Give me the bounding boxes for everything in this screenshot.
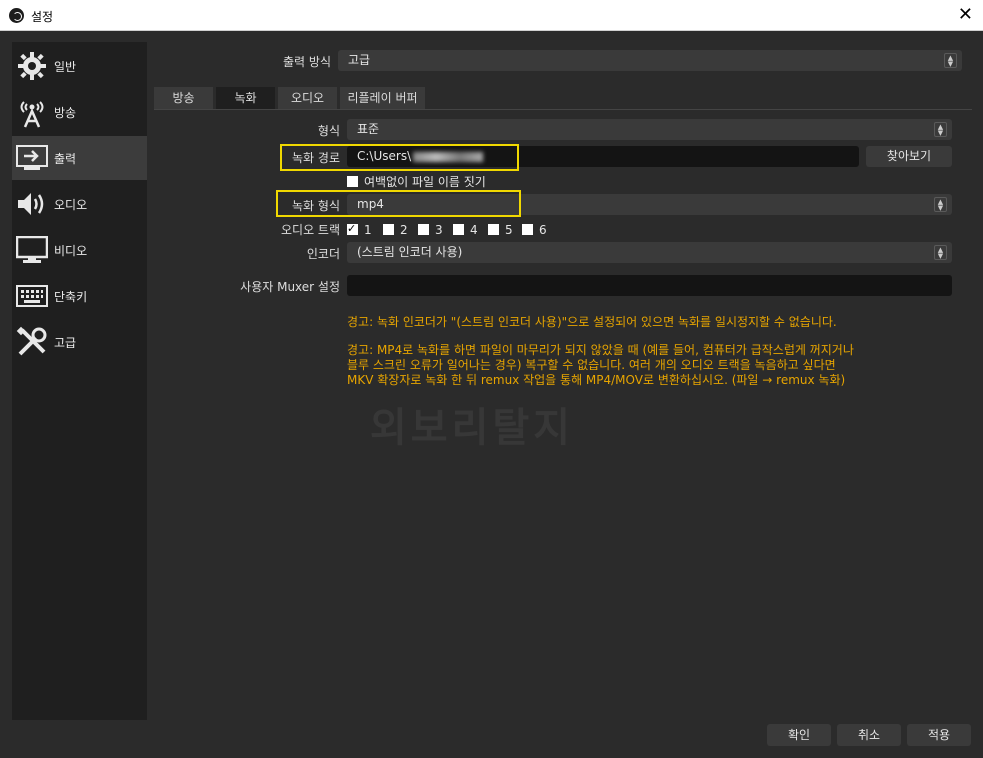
obs-app-icon — [9, 8, 24, 23]
checkbox-box[interactable] — [453, 224, 464, 235]
output-tabs: 방송 녹화 오디오 리플레이 버퍼 — [154, 87, 972, 110]
muxer-settings-label: 사용자 Muxer 설정 — [240, 280, 340, 294]
chevron-updown-icon: ▲ ▼ — [944, 53, 957, 68]
track-label: 1 — [364, 222, 372, 237]
sidebar-item-label: 출력 — [54, 151, 77, 166]
watermark-text: 외보리탈지 — [370, 405, 574, 451]
audio-track-4[interactable]: 4 — [453, 221, 478, 237]
close-icon[interactable]: ✕ — [958, 4, 973, 25]
sidebar-item-advanced[interactable]: 고급 — [12, 320, 147, 364]
checkbox-box[interactable] — [418, 224, 429, 235]
apply-button[interactable]: 적용 — [907, 724, 971, 746]
sidebar-item-stream[interactable]: 방송 — [12, 90, 147, 134]
window-title: 설정 — [31, 10, 54, 24]
mp4-warning-text: 경고: MP4로 녹화를 하면 파일이 마무리가 되지 않았을 때 (예를 들어… — [347, 343, 967, 388]
recording-format-select[interactable]: mp4 ▲ ▼ — [347, 194, 952, 215]
muxer-settings-input[interactable] — [347, 275, 952, 296]
track-label: 3 — [435, 222, 443, 237]
titlebar: 설정 ✕ — [0, 0, 983, 31]
output-mode-label: 출력 방식 — [283, 55, 331, 69]
sidebar-item-label: 일반 — [54, 59, 77, 74]
checkbox-box[interactable] — [347, 221, 358, 237]
output-icon — [15, 141, 49, 175]
output-mode-value: 고급 — [348, 53, 371, 67]
recording-format-label: 녹화 형식 — [292, 199, 340, 213]
recording-type-value: 표준 — [357, 122, 380, 136]
monitor-icon — [15, 233, 49, 267]
no-space-filename-label: 여백없이 파일 이름 짓기 — [364, 174, 486, 189]
recording-path-value: C:\Users\ — [357, 149, 412, 163]
encoder-select[interactable]: (스트림 인코더 사용) ▲ ▼ — [347, 242, 952, 263]
checkbox-box[interactable] — [488, 224, 499, 235]
output-settings-panel: 출력 방식 고급 ▲ ▼ 방송 녹화 오디오 리플레이 버퍼 형식 표준 ▲ ▼ 녹… — [154, 42, 972, 720]
track-label: 6 — [539, 222, 547, 237]
checkbox-box[interactable] — [522, 224, 533, 235]
audio-track-2[interactable]: 2 — [383, 221, 408, 237]
mp4-warning-line: MKV 확장자로 녹화 한 뒤 remux 작업을 통해 MP4/MOV로 변환… — [347, 373, 846, 387]
ok-button[interactable]: 확인 — [767, 724, 831, 746]
output-mode-select[interactable]: 고급 ▲ ▼ — [338, 50, 962, 71]
tab-replay-buffer[interactable]: 리플레이 버퍼 — [340, 87, 425, 109]
redacted-path — [413, 151, 484, 162]
chevron-updown-icon: ▲ ▼ — [934, 245, 947, 260]
audio-track-label: 오디오 트랙 — [280, 223, 340, 237]
sidebar-item-label: 오디오 — [54, 197, 88, 212]
sidebar-item-general[interactable]: 일반 — [12, 44, 147, 88]
encoder-label: 인코더 — [306, 247, 340, 261]
keyboard-icon — [15, 279, 49, 313]
tab-recording[interactable]: 녹화 — [216, 87, 275, 109]
chevron-updown-icon: ▲ ▼ — [934, 197, 947, 212]
sidebar-item-video[interactable]: 비디오 — [12, 228, 147, 272]
sidebar-item-output[interactable]: 출력 — [12, 136, 147, 180]
audio-track-5[interactable]: 5 — [488, 221, 513, 237]
mp4-warning-line: 경고: MP4로 녹화를 하면 파일이 마무리가 되지 않았을 때 (예를 들어… — [347, 343, 854, 357]
sidebar-item-hotkeys[interactable]: 단축키 — [12, 274, 147, 318]
recording-path-label: 녹화 경로 — [292, 151, 340, 165]
checkbox-box[interactable] — [383, 224, 394, 235]
tab-audio[interactable]: 오디오 — [278, 87, 337, 109]
sidebar-item-label: 단축키 — [54, 289, 88, 304]
no-space-filename-checkbox[interactable]: 여백없이 파일 이름 짓기 — [347, 173, 486, 189]
settings-window: 일반 방송 출력 오디오 비디오 단축키 고급 출력 방식 고급 ▲ ▼ 방송 … — [0, 31, 983, 758]
sidebar-item-label: 비디오 — [54, 243, 88, 258]
broadcast-icon — [15, 95, 49, 129]
tools-icon — [15, 325, 49, 359]
chevron-updown-icon: ▲ ▼ — [934, 122, 947, 137]
encoder-value: (스트림 인코더 사용) — [357, 245, 463, 259]
gear-icon — [15, 49, 49, 83]
recording-type-label: 형식 — [317, 124, 340, 138]
recording-format-value: mp4 — [357, 197, 384, 211]
speaker-icon — [15, 187, 49, 221]
recording-path-input[interactable]: C:\Users\ — [347, 146, 859, 167]
sidebar-item-label: 고급 — [54, 335, 77, 350]
track-label: 5 — [505, 222, 513, 237]
sidebar-item-audio[interactable]: 오디오 — [12, 182, 147, 226]
checkbox-box[interactable] — [347, 176, 358, 187]
track-label: 2 — [400, 222, 408, 237]
pause-warning-text: 경고: 녹화 인코더가 "(스트림 인코더 사용)"으로 설정되어 있으면 녹화… — [347, 315, 837, 329]
mp4-warning-line: 블루 스크린 오류가 일어나는 경우) 복구할 수 없습니다. 여러 개의 오디… — [347, 358, 836, 372]
cancel-button[interactable]: 취소 — [837, 724, 901, 746]
recording-type-select[interactable]: 표준 ▲ ▼ — [347, 119, 952, 140]
sidebar-item-label: 방송 — [54, 105, 77, 120]
audio-track-3[interactable]: 3 — [418, 221, 443, 237]
track-label: 4 — [470, 222, 478, 237]
tab-stream[interactable]: 방송 — [154, 87, 213, 109]
audio-track-6[interactable]: 6 — [522, 221, 547, 237]
audio-track-1[interactable]: 1 — [347, 221, 372, 237]
browse-button[interactable]: 찾아보기 — [866, 146, 952, 167]
settings-sidebar: 일반 방송 출력 오디오 비디오 단축키 고급 — [12, 42, 147, 720]
